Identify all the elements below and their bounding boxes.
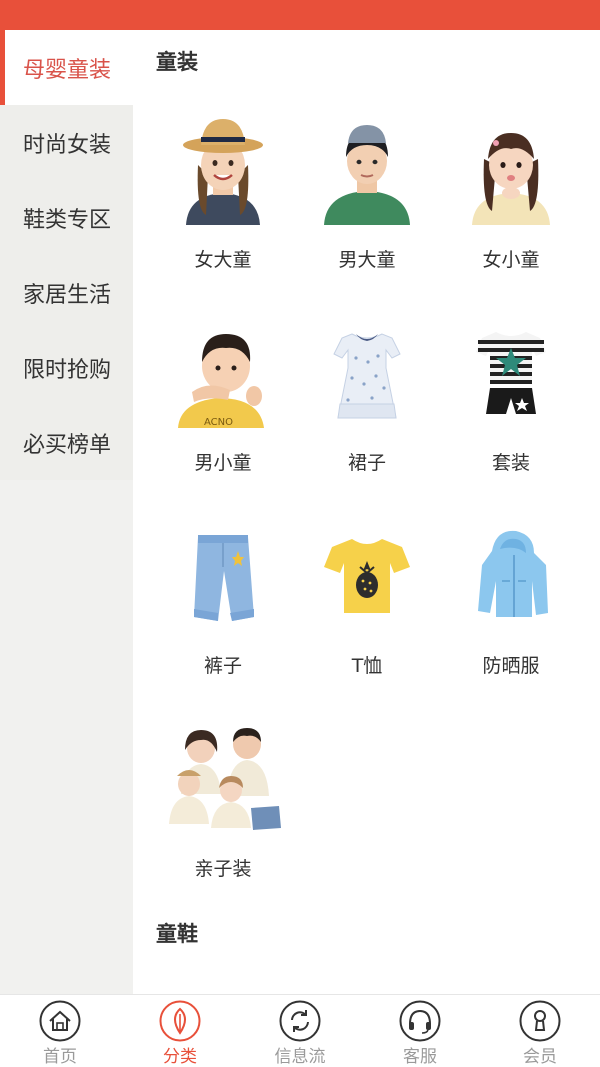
sidebar-item-label: 必买榜单 xyxy=(23,432,112,458)
category-item-sets[interactable]: 套装 xyxy=(436,318,586,508)
category-item-little-boys[interactable]: ACNO 男小童 xyxy=(148,318,298,508)
svg-text:ACNO: ACNO xyxy=(204,417,233,428)
sun-protection-jacket-image xyxy=(456,521,566,631)
bottom-tab-bar: 首页 分类 信息流 客服 会员 xyxy=(0,994,600,1067)
leaf-icon xyxy=(159,1000,201,1042)
category-label: 男大童 xyxy=(338,249,396,271)
category-label: 女小童 xyxy=(482,249,540,271)
category-item-older-boys[interactable]: 男大童 xyxy=(292,115,442,305)
girl-with-straw-hat-image xyxy=(168,115,278,225)
tab-feed[interactable]: 信息流 xyxy=(240,1000,360,1067)
section-title-kids-shoes: 童鞋 xyxy=(156,922,198,946)
dress-image xyxy=(312,318,422,428)
tab-label: 信息流 xyxy=(274,1047,326,1067)
category-item-tshirts[interactable]: T恤 xyxy=(292,521,442,711)
tab-customer-service[interactable]: 客服 xyxy=(360,1000,480,1067)
jeans-pants-image xyxy=(168,521,278,631)
family-matching-outfits-image xyxy=(161,724,285,834)
category-item-dresses[interactable]: 裙子 xyxy=(292,318,442,508)
little-girl-image xyxy=(456,115,566,225)
category-item-sun-protection[interactable]: 防晒服 xyxy=(436,521,586,711)
tab-label: 会员 xyxy=(523,1047,557,1067)
striped-outfit-set-image xyxy=(456,318,566,428)
category-label: T恤 xyxy=(351,655,383,677)
category-item-older-girls[interactable]: 女大童 xyxy=(148,115,298,305)
category-item-family-outfits[interactable]: 亲子装 xyxy=(148,724,298,914)
tab-label: 首页 xyxy=(43,1047,77,1067)
category-label: 裙子 xyxy=(347,452,386,474)
refresh-icon xyxy=(279,1000,321,1042)
yellow-tshirt-image xyxy=(312,521,422,631)
category-content: 童装 女大童 男大童 女小童 ACNO 男小童 裙子 套装 裤子 T恤 防晒服 … xyxy=(134,30,600,994)
sidebar-item-label: 家居生活 xyxy=(23,282,112,308)
home-icon xyxy=(39,1000,81,1042)
tab-label: 客服 xyxy=(403,1047,437,1067)
status-bar xyxy=(0,0,600,30)
tab-home[interactable]: 首页 xyxy=(0,1000,120,1067)
category-label: 女大童 xyxy=(194,249,252,271)
little-boy-image: ACNO xyxy=(168,318,278,428)
sidebar-item-mother-baby[interactable]: 母婴童装 xyxy=(0,30,133,105)
category-sidebar: 母婴童装 时尚女装 鞋类专区 家居生活 限时抢购 必买榜单 xyxy=(0,30,133,994)
boy-with-cap-image xyxy=(312,115,422,225)
sidebar-item-home-living[interactable]: 家居生活 xyxy=(0,255,133,330)
sidebar-item-shoes[interactable]: 鞋类专区 xyxy=(0,180,133,255)
sidebar-item-women-fashion[interactable]: 时尚女装 xyxy=(0,105,133,180)
sidebar-item-must-buy[interactable]: 必买榜单 xyxy=(0,405,133,480)
sidebar-item-label: 时尚女装 xyxy=(23,132,112,158)
tab-member[interactable]: 会员 xyxy=(480,1000,600,1067)
section-title-kids-clothing: 童装 xyxy=(156,50,198,74)
category-label: 亲子装 xyxy=(194,858,252,880)
sidebar-item-label: 鞋类专区 xyxy=(23,207,112,233)
category-item-little-girls[interactable]: 女小童 xyxy=(436,115,586,305)
sidebar-item-label: 母婴童装 xyxy=(23,57,112,83)
sidebar-item-label: 限时抢购 xyxy=(23,357,112,383)
category-label: 裤子 xyxy=(203,655,242,677)
category-label: 防晒服 xyxy=(482,655,540,677)
category-label: 男小童 xyxy=(194,452,252,474)
sidebar-item-flash-sale[interactable]: 限时抢购 xyxy=(0,330,133,405)
headset-icon xyxy=(399,1000,441,1042)
member-icon xyxy=(519,1000,561,1042)
category-label: 套装 xyxy=(491,452,530,474)
tab-category[interactable]: 分类 xyxy=(120,1000,240,1067)
category-item-pants[interactable]: 裤子 xyxy=(148,521,298,711)
tab-label: 分类 xyxy=(163,1047,197,1067)
